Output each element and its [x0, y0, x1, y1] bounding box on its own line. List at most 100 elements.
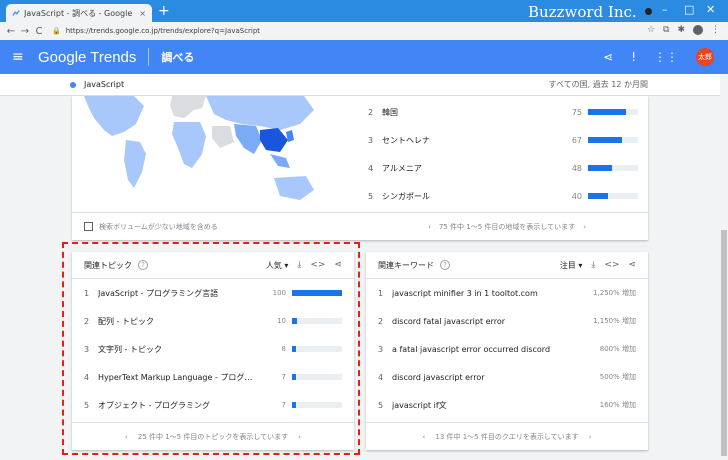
- related-queries-card: 関連キーワード ? 注目 ▾ ⤓ <> ⋖ 1 javascript minif…: [366, 252, 648, 450]
- help-icon[interactable]: ?: [440, 260, 450, 270]
- avatar[interactable]: 太郎: [696, 48, 714, 66]
- list-item[interactable]: 1 javascript minifier 3 in 1 tooltot.com…: [366, 279, 648, 307]
- rank: 5: [378, 400, 384, 410]
- value-bar-fill: [588, 165, 612, 171]
- search-filters[interactable]: すべての国, 過去 12 か月間: [549, 79, 648, 90]
- region-name: 韓国: [382, 107, 398, 117]
- query-name: javascript minifier 3 in 1 tooltot.com: [392, 288, 538, 298]
- value-bar: [588, 193, 638, 199]
- list-item[interactable]: 2 韓国 75: [368, 98, 638, 126]
- google-trends-logo[interactable]: Google Trends: [38, 49, 136, 66]
- url-text: https://trends.google.co.jp/trends/explo…: [65, 27, 261, 35]
- browser-menu-icon[interactable]: ⋮: [711, 25, 720, 35]
- hamburger-menu-icon[interactable]: ≡: [12, 49, 26, 65]
- prev-page-button[interactable]: ‹: [428, 223, 431, 231]
- card-title: 関連キーワード: [378, 260, 434, 270]
- share-icon[interactable]: ⋖: [603, 50, 613, 64]
- queries-list: 1 javascript minifier 3 in 1 tooltot.com…: [366, 278, 648, 419]
- query-value: 800% 増加: [599, 345, 636, 353]
- card-header: 関連キーワード ? 注目 ▾ ⤓ <> ⋖: [366, 252, 648, 278]
- region-value: 67: [571, 135, 582, 145]
- brand-dot: [645, 8, 652, 15]
- download-icon[interactable]: ⤓: [591, 260, 595, 270]
- next-page-button[interactable]: ›: [583, 223, 586, 231]
- query-name: a fatal javascript error occurred discor…: [392, 344, 551, 354]
- list-item[interactable]: 5 シンガポール 40: [368, 182, 638, 210]
- queries-pager: ‹ 13 件中 1～5 件目のクエリを表示しています ›: [366, 422, 648, 450]
- sort-select[interactable]: 注目 ▾: [560, 260, 583, 271]
- extension-icon[interactable]: ⧉: [663, 25, 669, 35]
- window-maximize-button[interactable]: □: [684, 3, 694, 16]
- region-interest-card: 2 韓国 75 3 セントヘレナ 67 4 アルメニア 48 5 シンガポール …: [72, 96, 648, 240]
- value-bar: [588, 109, 638, 115]
- low-volume-checkbox[interactable]: [84, 222, 93, 231]
- forward-button[interactable]: →: [18, 26, 32, 37]
- region-card-footer: 検索ボリュームが少ない地域を含める ‹ 75 件中 1～5 件目の地域を表示して…: [72, 212, 648, 240]
- browser-titlebar: JavaScript - 調べる - Google トレンド × + Buzzw…: [0, 0, 728, 22]
- feedback-icon[interactable]: !: [631, 50, 636, 64]
- list-item[interactable]: 4 discord javascript error 500% 増加: [366, 363, 648, 391]
- query-value: 160% 増加: [599, 401, 636, 409]
- value-bar: [588, 165, 638, 171]
- region-value: 40: [571, 191, 582, 201]
- query-name: discord fatal javascript error: [392, 316, 506, 326]
- rank: 2: [378, 316, 384, 326]
- tab-close-icon[interactable]: ×: [139, 9, 146, 18]
- browser-tab[interactable]: JavaScript - 調べる - Google トレンド ×: [6, 4, 152, 22]
- trends-favicon-icon: [12, 10, 20, 16]
- puzzle-icon[interactable]: ✱: [677, 25, 685, 35]
- list-item[interactable]: 4 アルメニア 48: [368, 154, 638, 182]
- window-close-button[interactable]: ✕: [706, 3, 715, 16]
- rank: 4: [378, 372, 384, 382]
- list-item[interactable]: 5 javascript if文 160% 増加: [366, 391, 648, 419]
- query-value: 1,150% 増加: [593, 317, 636, 325]
- next-page-button[interactable]: ›: [589, 433, 592, 441]
- rank: 1: [378, 288, 384, 298]
- value-bar: [588, 137, 638, 143]
- page-scrollbar[interactable]: [720, 96, 728, 460]
- header-divider: [148, 48, 150, 66]
- tab-title: JavaScript - 調べる - Google トレンド: [24, 8, 136, 18]
- new-tab-button[interactable]: +: [158, 3, 170, 19]
- world-map[interactable]: [74, 96, 334, 206]
- list-item[interactable]: 3 a fatal javascript error occurred disc…: [366, 335, 648, 363]
- rank: 2: [368, 107, 374, 117]
- search-term-bar: JavaScript すべての国, 過去 12 か月間: [0, 74, 720, 96]
- back-button[interactable]: ←: [4, 26, 18, 37]
- bookmark-star-icon[interactable]: ☆: [647, 25, 655, 35]
- embed-icon[interactable]: <>: [604, 260, 619, 270]
- sort-value: 注目: [559, 260, 576, 270]
- rank: 5: [368, 191, 374, 201]
- region-pager: ‹ 75 件中 1～5 件目の地域を表示しています ›: [428, 222, 586, 232]
- lock-icon: 🔒: [52, 27, 61, 35]
- trends-header: ≡ Google Trends 調べる ⋖ ! ⋮⋮ 太郎: [0, 40, 728, 74]
- reload-button[interactable]: C: [32, 26, 46, 37]
- scrollbar-thumb[interactable]: [721, 230, 727, 456]
- brand-watermark: Buzzword Inc.: [528, 3, 637, 21]
- query-value: 1,250% 増加: [593, 289, 636, 297]
- search-term[interactable]: JavaScript: [84, 80, 124, 89]
- rank: 3: [368, 135, 374, 145]
- browser-toolbar: ← → C 🔒 https://trends.google.co.jp/tren…: [0, 22, 728, 40]
- page-title: 調べる: [161, 51, 195, 64]
- pager-text: 13 件中 1～5 件目のクエリを表示しています: [435, 432, 579, 441]
- profile-icon[interactable]: [693, 25, 703, 35]
- value-bar-fill: [588, 137, 622, 143]
- chevron-down-icon: ▾: [578, 260, 583, 270]
- list-item[interactable]: 3 セントヘレナ 67: [368, 126, 638, 154]
- window-minimize-button[interactable]: –: [662, 3, 668, 16]
- region-name: シンガポール: [382, 191, 430, 201]
- address-bar[interactable]: 🔒 https://trends.google.co.jp/trends/exp…: [52, 24, 608, 38]
- prev-page-button[interactable]: ‹: [423, 433, 426, 441]
- query-name: discord javascript error: [392, 372, 485, 382]
- list-item[interactable]: 2 discord fatal javascript error 1,150% …: [366, 307, 648, 335]
- region-list: 2 韓国 75 3 セントヘレナ 67 4 アルメニア 48 5 シンガポール …: [368, 98, 638, 210]
- pager-text: 75 件中 1～5 件目の地域を表示しています: [438, 222, 576, 231]
- region-name: セントヘレナ: [382, 135, 430, 145]
- share-icon[interactable]: ⋖: [628, 260, 636, 270]
- query-name: javascript if文: [392, 400, 447, 410]
- low-volume-label: 検索ボリュームが少ない地域を含める: [99, 222, 218, 231]
- apps-icon[interactable]: ⋮⋮: [654, 50, 678, 64]
- region-value: 48: [571, 163, 582, 173]
- rank: 4: [368, 163, 374, 173]
